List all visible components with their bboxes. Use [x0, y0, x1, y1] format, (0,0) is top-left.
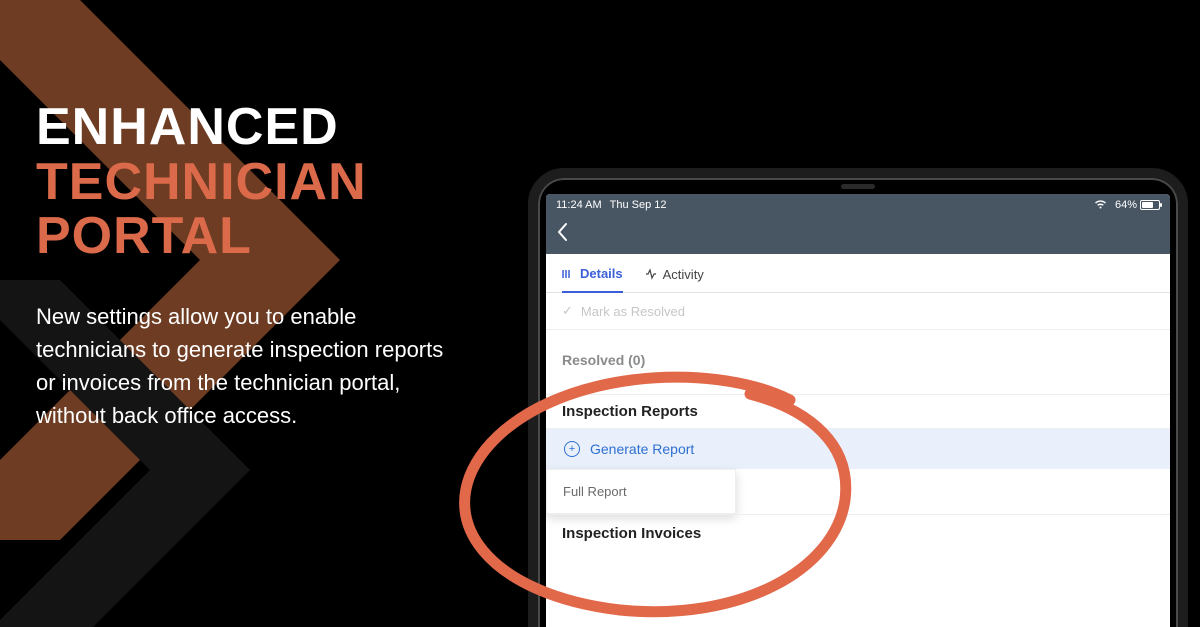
- tab-details[interactable]: Details: [562, 266, 623, 293]
- tab-activity[interactable]: Activity: [645, 266, 704, 292]
- tab-details-label: Details: [580, 266, 623, 281]
- mark-resolved-row[interactable]: ✓ Mark as Resolved: [546, 293, 1170, 330]
- tablet-screen: 11:24 AM Thu Sep 12 64%: [546, 194, 1170, 627]
- generate-report-label: Generate Report: [590, 441, 694, 457]
- back-button[interactable]: [556, 222, 568, 248]
- body-copy: New settings allow you to enable technic…: [36, 300, 456, 432]
- battery-icon: [1140, 200, 1160, 210]
- battery-indicator: 64%: [1115, 199, 1160, 211]
- report-dropdown: Full Report: [546, 469, 736, 514]
- status-time: 11:24 AM: [556, 199, 602, 211]
- plus-circle-icon: +: [564, 441, 580, 457]
- section-inspection-reports: Inspection Reports: [546, 394, 1170, 429]
- battery-pct: 64%: [1115, 199, 1137, 211]
- headline-line2a: TECHNICIAN: [36, 155, 496, 210]
- section-inspection-invoices: Inspection Invoices: [546, 514, 1170, 552]
- mark-resolved-label: Mark as Resolved: [581, 304, 685, 319]
- headline-line2b: PORTAL: [36, 209, 496, 264]
- headline-line1: ENHANCED: [36, 100, 496, 155]
- headline-block: ENHANCED TECHNICIAN PORTAL New settings …: [36, 100, 496, 432]
- promo-slide: ENHANCED TECHNICIAN PORTAL New settings …: [0, 0, 1200, 627]
- tablet-frame: 11:24 AM Thu Sep 12 64%: [528, 168, 1188, 627]
- tablet-camera: [841, 184, 875, 189]
- details-icon: [562, 268, 574, 280]
- check-icon: ✓: [562, 303, 573, 319]
- dropdown-full-report[interactable]: Full Report: [547, 470, 735, 513]
- app-navbar: [546, 216, 1170, 254]
- tab-bar: Details Activity: [546, 254, 1170, 293]
- generate-report-button[interactable]: + Generate Report: [546, 429, 1170, 469]
- status-bar: 11:24 AM Thu Sep 12 64%: [546, 194, 1170, 216]
- wifi-icon: [1094, 199, 1107, 212]
- resolved-count: Resolved (0): [546, 330, 1170, 394]
- tab-activity-label: Activity: [663, 267, 704, 282]
- status-date: Thu Sep 12: [610, 199, 667, 211]
- activity-icon: [645, 268, 657, 280]
- content-area: Details Activity ✓ Mark as Resolved Reso…: [546, 254, 1170, 552]
